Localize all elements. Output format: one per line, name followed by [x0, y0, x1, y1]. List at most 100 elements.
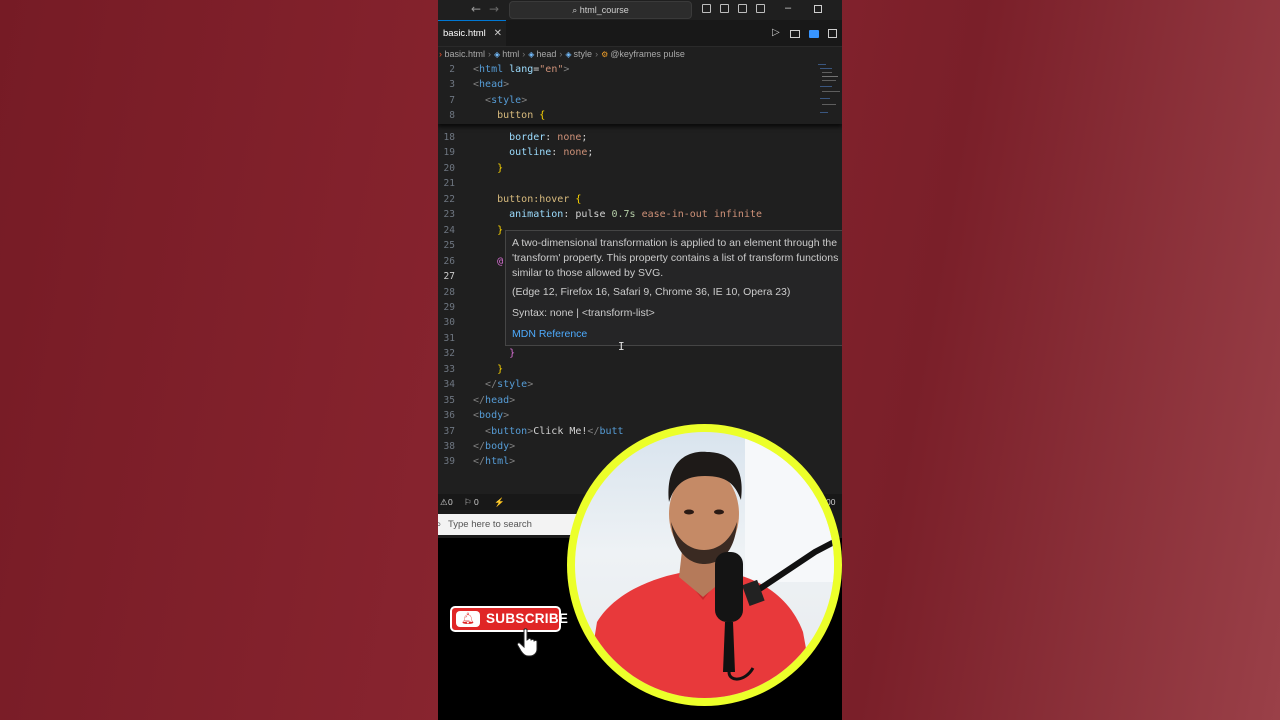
breadcrumb-keyframes[interactable]: @keyframes pulse	[610, 49, 685, 59]
subscribe-label: SUBSCRIBE	[486, 611, 569, 626]
presenter-video	[575, 432, 834, 698]
line-number: 32	[443, 348, 455, 360]
code-text[interactable]: }	[473, 346, 515, 361]
code-text[interactable]: </head>	[473, 393, 515, 408]
code-text[interactable]: }	[473, 223, 503, 238]
breadcrumb: › basic.html › ◈ html › ◈ head › ◈ style › ⚙ @keyfra…	[438, 47, 842, 62]
code-text[interactable]: <button>Click Me!</butt	[473, 424, 624, 439]
code-line[interactable]: 37 <button>Click Me!</butt	[438, 424, 842, 439]
line-number: 23	[443, 209, 455, 221]
line-number: 27	[443, 271, 455, 283]
line-number: 29	[443, 301, 455, 313]
code-text[interactable]: <body>	[473, 408, 509, 423]
code-line[interactable]: 7 <style>	[438, 93, 842, 108]
line-number: 24	[443, 224, 455, 236]
line-number: 25	[443, 240, 455, 252]
code-line[interactable]: 2 <html lang="en">	[438, 62, 842, 77]
code-text[interactable]: </html>	[473, 454, 515, 469]
hover-syntax: Syntax: none | <transform-list>	[512, 307, 655, 319]
minimize-button[interactable]: –	[785, 2, 791, 14]
code-text[interactable]: }	[473, 161, 503, 176]
breadcrumb-style[interactable]: style	[574, 49, 593, 59]
code-text[interactable]: border: none;	[473, 130, 587, 145]
code-editor[interactable]: 2 <html lang="en"> 3 <head> 7 <style> 8 butto…	[438, 62, 842, 494]
code-line[interactable]: 20 }	[438, 161, 842, 176]
taskbar-search-placeholder: Type here to search	[448, 519, 532, 530]
workspace-name: html_course	[579, 5, 629, 15]
code-text[interactable]: <head>	[473, 77, 509, 92]
element-icon: ◈	[565, 50, 572, 59]
breadcrumb-html[interactable]: html	[502, 49, 519, 59]
line-number: 30	[443, 317, 455, 329]
remote-icon[interactable]: ⚡	[494, 494, 505, 510]
line-number: 22	[443, 193, 455, 205]
code-text[interactable]: <style>	[473, 93, 527, 108]
line-number: 19	[443, 147, 455, 159]
code-line[interactable]: 35 </head>	[438, 393, 842, 408]
breadcrumb-file[interactable]: basic.html	[445, 49, 486, 59]
sticky-scroll: 2 <html lang="en"> 3 <head> 7 <style> 8 butto…	[438, 62, 842, 124]
video-frame: ← → ⌕ html_course – basic.html ✕ ▷ › bas…	[438, 0, 842, 720]
code-text[interactable]: <html lang="en">	[473, 62, 569, 77]
toggle-primary-sidebar-icon[interactable]	[702, 4, 711, 13]
line-number: 18	[443, 132, 455, 143]
tab-label: basic.html	[443, 28, 486, 39]
code-line[interactable]: 18 border: none;	[438, 130, 842, 145]
hover-tooltip[interactable]: A two-dimensional transformation is appl…	[505, 230, 842, 346]
subscribe-button[interactable]: 🔔︎ SUBSCRIBE	[450, 606, 568, 632]
hover-description: A two-dimensional transformation is appl…	[512, 237, 839, 279]
code-text[interactable]: @	[473, 254, 503, 269]
tab-basic-html[interactable]: basic.html ✕	[438, 20, 506, 46]
mdn-reference-link[interactable]: MDN Reference	[512, 328, 587, 340]
code-line[interactable]: 36 <body>	[438, 408, 842, 423]
line-number: 35	[443, 394, 455, 406]
code-line[interactable]: 8 button {	[438, 108, 842, 123]
search-icon: ⌕	[572, 6, 578, 16]
hand-pointer-icon	[516, 628, 538, 657]
breadcrumb-head[interactable]: head	[536, 49, 556, 59]
code-text[interactable]: </style>	[473, 377, 533, 392]
code-line[interactable]: 33 }	[438, 362, 842, 377]
code-line[interactable]: 19 outline: none;	[438, 145, 842, 160]
toggle-secondary-sidebar-icon[interactable]	[738, 4, 747, 13]
chevron-right-icon: ›	[439, 49, 442, 59]
element-icon: ◈	[494, 50, 501, 59]
line-number: 7	[449, 94, 455, 106]
code-text[interactable]: button {	[473, 108, 545, 123]
code-line[interactable]: 3 <head>	[438, 77, 842, 92]
toggle-panel-icon[interactable]	[720, 4, 729, 13]
code-text[interactable]: outline: none;	[473, 145, 593, 160]
minimap[interactable]	[818, 62, 840, 122]
line-number: 2	[449, 64, 455, 75]
arrow-right-icon[interactable]: →	[489, 2, 499, 16]
presenter-illustration	[585, 432, 834, 698]
error-count[interactable]: 0	[448, 494, 453, 510]
live-share-icon[interactable]	[809, 30, 819, 38]
line-number: 34	[443, 379, 455, 391]
close-icon[interactable]: ✕	[494, 21, 502, 47]
split-editor-icon[interactable]	[828, 29, 837, 38]
error-icon[interactable]: ⚠	[440, 494, 448, 510]
open-preview-icon[interactable]	[790, 30, 800, 38]
code-text[interactable]: button:hover {	[473, 192, 581, 207]
warning-count[interactable]: 0	[474, 494, 479, 510]
code-line[interactable]: 22 button:hover {	[438, 192, 842, 207]
code-line[interactable]: 32 }	[438, 346, 842, 361]
code-line[interactable]: 34 </style>	[438, 377, 842, 392]
run-icon[interactable]: ▷	[772, 28, 780, 38]
code-line[interactable]: 21	[438, 176, 842, 191]
maximize-button[interactable]	[814, 5, 822, 13]
line-number: 33	[443, 363, 455, 375]
arrow-left-icon[interactable]: ←	[471, 2, 481, 16]
line-number: 21	[443, 178, 455, 190]
code-text[interactable]: animation: pulse 0.7s ease-in-out infini…	[473, 207, 762, 222]
command-center-search[interactable]: ⌕ html_course	[509, 1, 692, 19]
code-text[interactable]: </body>	[473, 439, 515, 454]
code-line[interactable]: 23 animation: pulse 0.7s ease-in-out inf…	[438, 207, 842, 222]
line-number: 38	[443, 441, 455, 452]
customize-layout-icon[interactable]	[756, 4, 765, 13]
code-text[interactable]: }	[473, 362, 503, 377]
line-number: 39	[443, 456, 455, 468]
warning-icon[interactable]: ⚐	[464, 494, 472, 510]
line-number: 3	[449, 79, 455, 91]
